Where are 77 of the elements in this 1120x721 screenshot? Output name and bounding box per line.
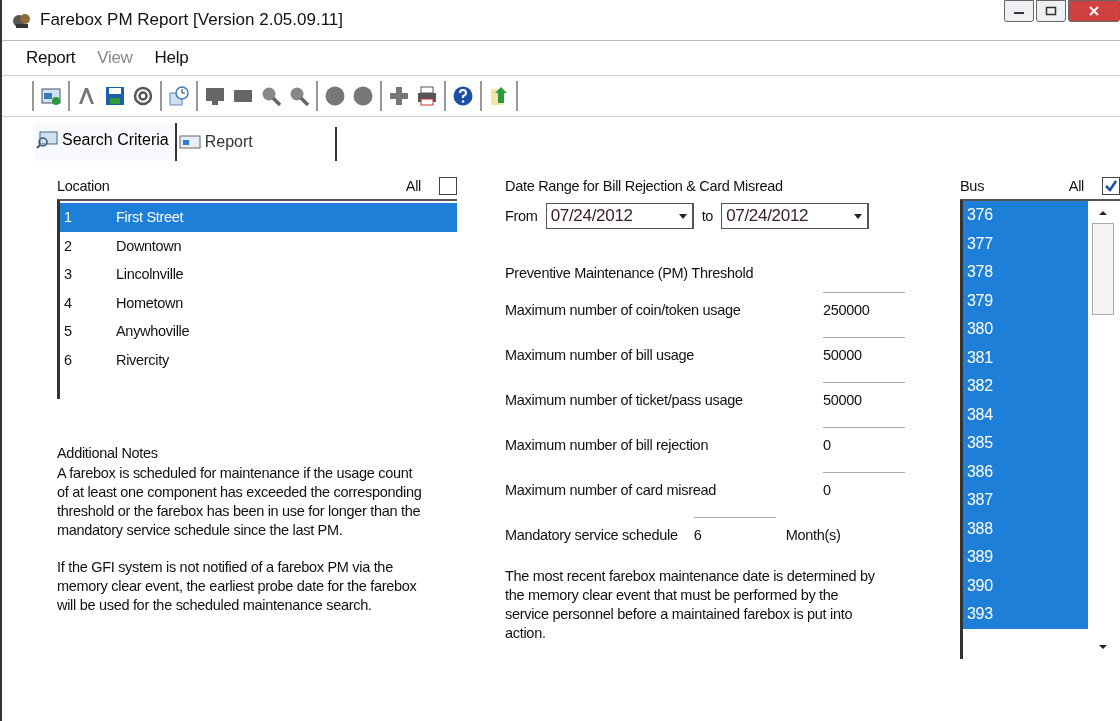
to-label: to xyxy=(701,208,714,224)
zoom-in-icon[interactable] xyxy=(260,85,282,107)
list-item[interactable]: 387 xyxy=(963,486,1088,515)
help-icon[interactable] xyxy=(452,85,474,107)
circle-icon[interactable] xyxy=(352,85,374,107)
field-label: Mandatory service schedule xyxy=(505,526,678,543)
scroll-thumb[interactable] xyxy=(1092,223,1114,315)
zoom-out-icon[interactable] xyxy=(288,85,310,107)
notes-paragraph: A farebox is scheduled for maintenance if the usage count of at least one component has exceeded the corresponding threshold or the farebox has been in use for longer than the mandatory service schedule since the last PM. xyxy=(57,464,423,540)
date-picker[interactable]: 07/24/2012 xyxy=(545,203,694,229)
list-item[interactable]: 384 xyxy=(963,400,1088,429)
maximize-icon xyxy=(1045,6,1057,16)
location-label: Location xyxy=(57,178,110,194)
notes-heading: Additional Notes xyxy=(57,445,159,461)
circle-icon[interactable] xyxy=(324,85,346,107)
window-icon xyxy=(178,133,201,151)
list-item[interactable]: 3 Lincolnville xyxy=(60,260,457,289)
input-field[interactable]: 50000 xyxy=(823,337,905,372)
tab[interactable]: Search Criteria xyxy=(34,123,177,161)
list-item[interactable]: 388 xyxy=(963,514,1088,543)
menu-item[interactable]: Report xyxy=(26,48,76,68)
maximize-button[interactable] xyxy=(1036,0,1066,22)
input-field[interactable]: 6 xyxy=(693,517,776,552)
menu-item[interactable]: Help xyxy=(154,48,189,68)
tab[interactable]: Report xyxy=(176,127,337,161)
field-label: Maximum number of ticket/pass usage xyxy=(505,391,744,408)
scroll-up-icon[interactable] xyxy=(1098,209,1108,217)
list-item[interactable]: 2 Downtown xyxy=(60,231,457,260)
notes-paragraph: If the GFI system is not notified of a farebox PM via the memory clear event, the earliest probe date for the farebox will be used for the scheduled maintenance search. xyxy=(57,558,418,615)
window-title: Farebox PM Report [Version 2.05.09.11] xyxy=(40,10,344,30)
list-item[interactable]: 386 xyxy=(963,457,1088,486)
input-field[interactable]: 50000 xyxy=(823,382,905,417)
field-label: Maximum number of bill rejection xyxy=(505,436,710,453)
list-item[interactable]: 1 First Street xyxy=(60,203,457,232)
list-item[interactable]: 380 xyxy=(963,315,1088,344)
list-item[interactable]: 389 xyxy=(963,543,1088,572)
minimize-button[interactable] xyxy=(1004,0,1034,22)
list-item[interactable]: 4 Hometown xyxy=(60,288,457,317)
list-item[interactable]: 377 xyxy=(963,229,1088,258)
field-label: Maximum number of bill usage xyxy=(505,346,696,363)
window-icon[interactable] xyxy=(40,85,62,107)
maintenance-note: The most recent farebox maintenance date is determined by the memory clear event that must be performed by the service personnel before a maintained farebox is put into action. xyxy=(505,567,875,643)
list-item[interactable]: 382 xyxy=(963,372,1088,401)
all-label: All xyxy=(405,178,421,194)
input-field[interactable]: 0 xyxy=(823,427,905,462)
input-field[interactable]: 250000 xyxy=(823,292,905,327)
save-icon[interactable] xyxy=(104,85,126,107)
monitor-icon[interactable] xyxy=(204,85,226,107)
list-item[interactable]: 381 xyxy=(963,343,1088,372)
list-item[interactable]: 390 xyxy=(963,571,1088,600)
printer-icon[interactable] xyxy=(416,85,438,107)
date-range-label: Date Range for Bill Rejection & Card Misread xyxy=(505,177,784,196)
all-checkbox[interactable] xyxy=(439,177,457,195)
plus-icon[interactable] xyxy=(388,85,410,107)
bus-label: Bus xyxy=(960,178,985,194)
list-item[interactable]: 393 xyxy=(963,600,1088,629)
unit-label: Month(s) xyxy=(785,526,841,543)
from-label: From xyxy=(505,208,538,224)
close-icon xyxy=(1088,6,1100,16)
list-item[interactable]: 378 xyxy=(963,258,1088,287)
date-picker[interactable]: 07/24/2012 xyxy=(721,203,870,229)
list-item[interactable]: 379 xyxy=(963,286,1088,315)
list-item[interactable]: 376 xyxy=(963,201,1088,230)
list-item[interactable]: 6 Rivercity xyxy=(60,345,457,374)
input-field[interactable]: 0 xyxy=(823,472,905,507)
list-item[interactable]: 5 Anywhoville xyxy=(60,317,457,346)
all-checkbox[interactable] xyxy=(1102,177,1120,195)
threshold-heading: Preventive Maintenance (PM) Threshold xyxy=(505,264,755,283)
all-label: All xyxy=(1068,178,1084,194)
close-button[interactable] xyxy=(1068,0,1120,22)
scroll-down-icon[interactable] xyxy=(1098,643,1108,651)
clock-icon[interactable] xyxy=(168,85,190,107)
field-label: Maximum number of coin/token usage xyxy=(505,301,742,318)
arrow-up-icon[interactable] xyxy=(488,85,510,107)
field-label: Maximum number of card misread xyxy=(505,481,717,498)
list-item[interactable]: 385 xyxy=(963,429,1088,458)
search-icon xyxy=(36,131,58,149)
